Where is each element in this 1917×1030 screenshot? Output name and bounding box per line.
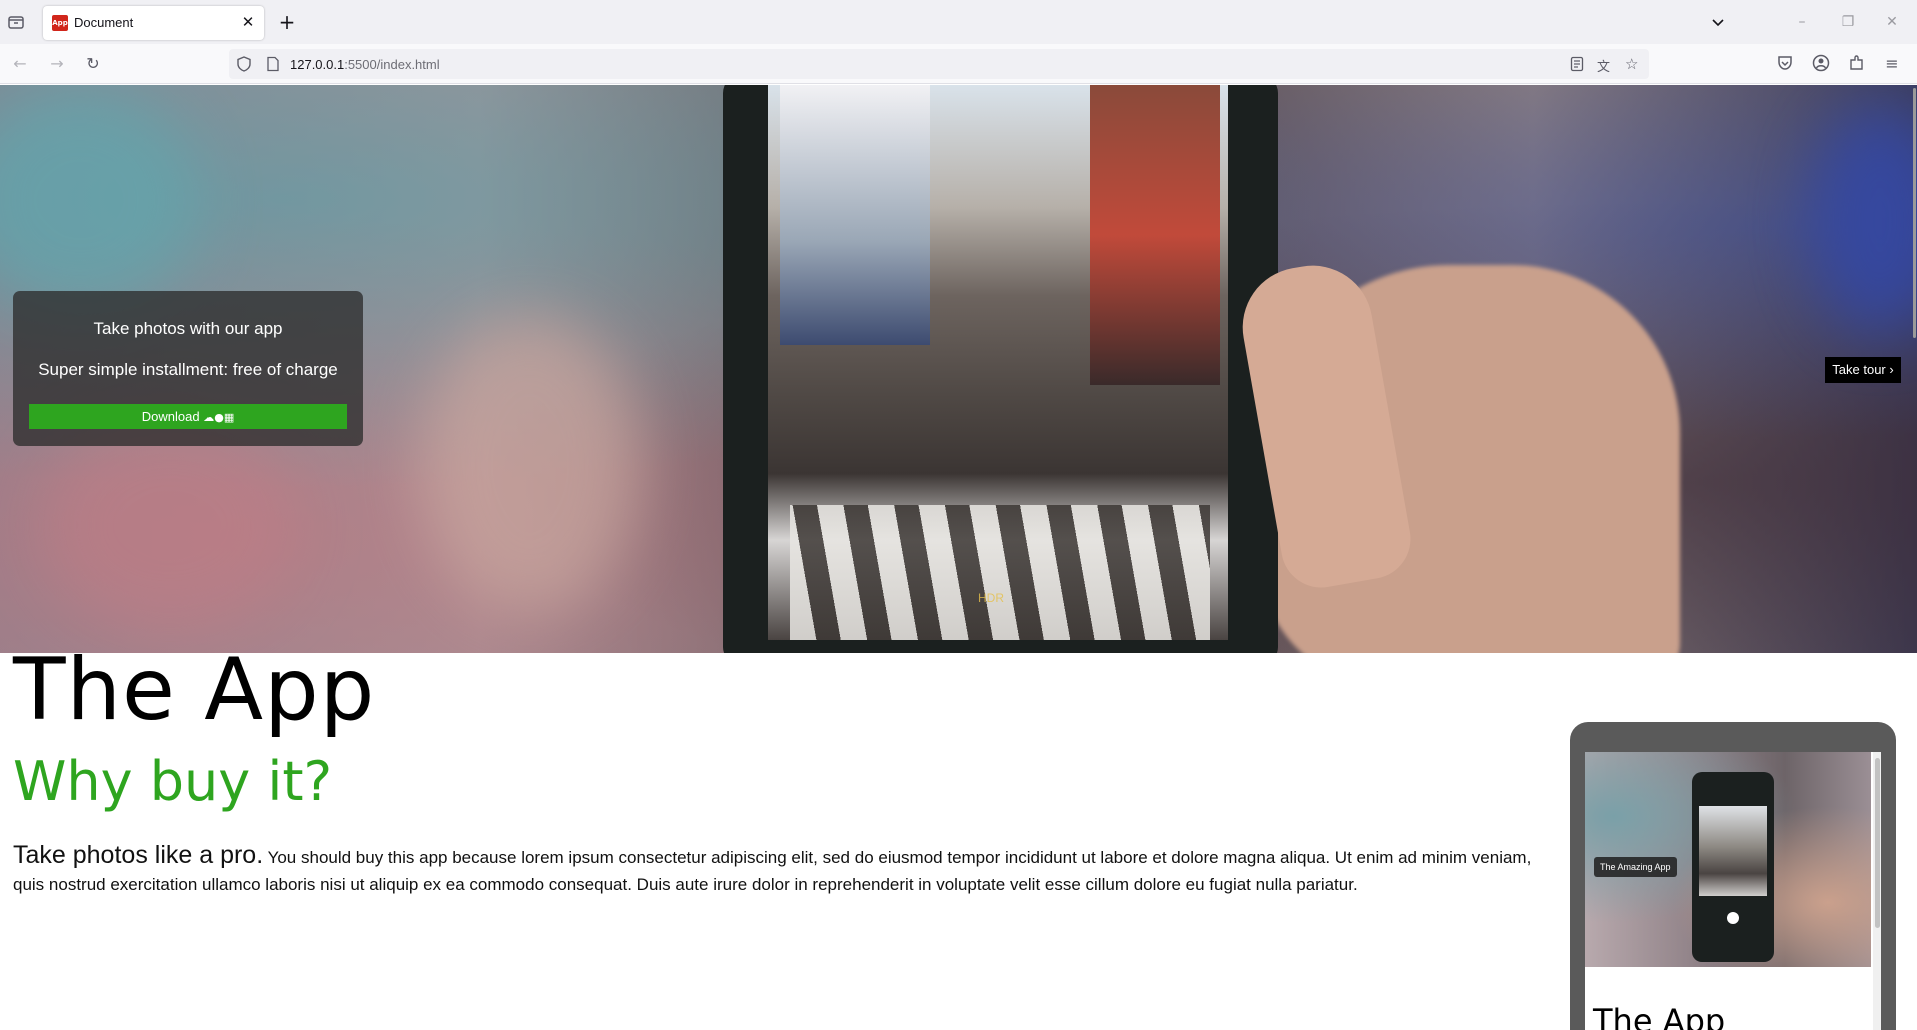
preview-badge: The Amazing App	[1594, 857, 1677, 877]
restore-icon[interactable]: ❐	[1836, 10, 1860, 34]
preview-scrollbar[interactable]	[1873, 752, 1881, 1030]
shield-icon[interactable]	[236, 56, 252, 72]
browser-nav-bar: ← → ↻ 127.0.0.1:5500/index.html 文 ☆ ≡	[0, 44, 1917, 84]
bokeh-blob	[40, 415, 300, 635]
phone-preview: The Amazing App The App	[1570, 722, 1896, 1030]
url-path: :5500/index.html	[344, 57, 440, 72]
pocket-icon[interactable]	[1775, 54, 1795, 74]
app-favicon-icon: App	[52, 15, 68, 31]
tab-list-icon[interactable]	[6, 12, 26, 32]
crosswalk-image	[790, 505, 1210, 640]
preview-phone-screen-image	[1699, 806, 1767, 896]
hero-banner: HDR Take photos with our app Super simpl…	[0, 85, 1917, 653]
preview-screen[interactable]: The Amazing App The App	[1585, 752, 1881, 1030]
building-image	[1090, 85, 1220, 385]
apple-icon: ●	[214, 411, 224, 424]
bokeh-blob	[0, 85, 200, 315]
page-icon[interactable]	[265, 56, 281, 72]
preview-title: The App	[1593, 1002, 1726, 1030]
hdr-label: HDR	[978, 591, 1004, 605]
browser-tab-bar: App Document ✕ + – ❐ ✕	[0, 0, 1917, 44]
page-scrollbar-thumb[interactable]	[1913, 88, 1916, 338]
account-icon[interactable]	[1811, 54, 1831, 74]
address-bar[interactable]: 127.0.0.1:5500/index.html 文 ☆	[229, 49, 1649, 79]
forward-arrow-icon[interactable]: →	[47, 54, 67, 74]
chevron-down-icon[interactable]	[1708, 12, 1728, 32]
download-button[interactable]: Download ☁●▦	[29, 404, 347, 429]
url-text[interactable]: 127.0.0.1:5500/index.html	[290, 57, 440, 72]
take-tour-button[interactable]: Take tour ›	[1825, 357, 1901, 383]
menu-icon[interactable]: ≡	[1882, 54, 1902, 74]
promo-headline: Take photos with our app	[93, 319, 283, 338]
page-viewport: HDR Take photos with our app Super simpl…	[0, 85, 1917, 1030]
bookmark-star-icon[interactable]: ☆	[1625, 56, 1641, 72]
reader-view-icon[interactable]	[1569, 56, 1585, 72]
android-icon: ☁	[203, 411, 215, 424]
window-close-icon[interactable]: ✕	[1880, 10, 1904, 34]
section-heading: Why buy it?	[13, 750, 333, 813]
building-image	[780, 85, 930, 345]
browser-tab[interactable]: App Document ✕	[43, 6, 264, 40]
translate-icon[interactable]: 文	[1597, 56, 1613, 75]
shutter-button-image	[1727, 912, 1739, 924]
promo-card: Take photos with our app Super simple in…	[13, 291, 363, 446]
bokeh-blob	[420, 315, 640, 615]
reload-icon[interactable]: ↻	[83, 54, 103, 74]
plus-icon[interactable]: +	[277, 10, 297, 34]
extensions-icon[interactable]	[1847, 54, 1867, 74]
page-title: The App	[13, 640, 376, 740]
bokeh-blob	[1810, 105, 1917, 335]
url-host: 127.0.0.1	[290, 57, 345, 72]
back-arrow-icon[interactable]: ←	[10, 54, 30, 74]
promo-subline: Super simple installment: free of charge	[38, 360, 338, 379]
download-label: Download	[141, 409, 200, 424]
windows-icon: ▦	[223, 411, 235, 424]
minimize-icon[interactable]: –	[1790, 10, 1814, 34]
description-paragraph: Take photos like a pro. You should buy t…	[13, 842, 1533, 898]
close-icon[interactable]: ✕	[240, 14, 256, 30]
preview-scroll-thumb[interactable]	[1875, 758, 1880, 928]
description-lead: Take photos like a pro.	[13, 841, 264, 869]
tab-title: Document	[74, 15, 134, 30]
